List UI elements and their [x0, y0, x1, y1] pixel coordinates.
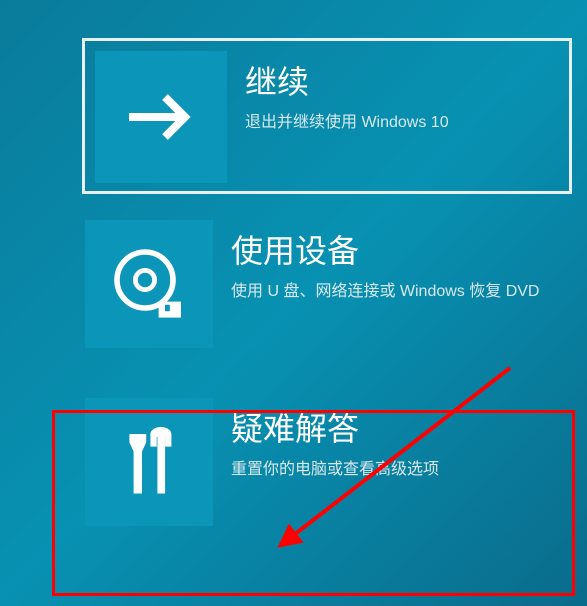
tools-icon: [85, 398, 213, 526]
use-device-option[interactable]: 使用设备 使用 U 盘、网络连接或 Windows 恢复 DVD: [85, 220, 575, 350]
troubleshoot-title: 疑难解答: [231, 404, 575, 450]
arrow-right-icon: [95, 51, 227, 183]
use-device-text: 使用设备 使用 U 盘、网络连接或 Windows 恢复 DVD: [213, 220, 575, 304]
troubleshoot-description: 重置你的电脑或查看高级选项: [231, 458, 575, 482]
use-device-title: 使用设备: [231, 226, 575, 272]
use-device-description: 使用 U 盘、网络连接或 Windows 恢复 DVD: [231, 280, 575, 304]
troubleshoot-text: 疑难解答 重置你的电脑或查看高级选项: [213, 398, 575, 482]
disc-icon: [85, 220, 213, 348]
troubleshoot-option[interactable]: 疑难解答 重置你的电脑或查看高级选项: [85, 398, 575, 528]
continue-text: 继续 退出并继续使用 Windows 10: [227, 51, 569, 135]
continue-option[interactable]: 继续 退出并继续使用 Windows 10: [82, 38, 572, 194]
continue-title: 继续: [245, 57, 569, 103]
continue-description: 退出并继续使用 Windows 10: [245, 111, 569, 135]
